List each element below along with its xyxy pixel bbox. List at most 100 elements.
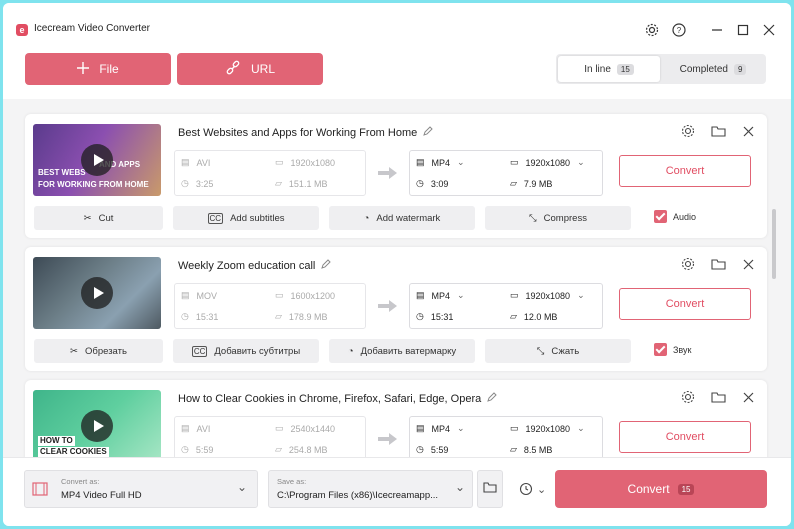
compress-button[interactable]: ⤡ Сжать xyxy=(485,339,631,363)
subtitles-icon: CC xyxy=(191,345,208,357)
output-format-value: MP4 xyxy=(431,290,451,301)
plus-icon xyxy=(77,61,90,77)
clock-icon: ◷ xyxy=(181,311,189,321)
source-size: ▱ 254.8 MB xyxy=(275,444,327,455)
maximize-icon[interactable] xyxy=(734,21,752,39)
settings-gear-icon[interactable] xyxy=(679,122,697,140)
remove-icon[interactable] xyxy=(739,255,757,273)
add-watermark-button[interactable]: ◔ Add watermark xyxy=(329,206,475,230)
compress-button[interactable]: ⤡ Compress xyxy=(485,206,631,230)
help-icon[interactable]: ? xyxy=(670,21,688,39)
output-duration-value: 3:09 xyxy=(430,178,449,189)
monitor-icon: ▭ xyxy=(275,157,284,167)
audio-toggle[interactable]: Звук xyxy=(654,343,691,356)
subtitles-icon: CC xyxy=(207,212,224,224)
edit-pencil-icon[interactable] xyxy=(423,126,433,139)
convert-all-label: Convert xyxy=(627,482,670,496)
output-properties: ▤ MP4 ⌄ ▭ 1920x1080 ⌄ ◷ 5:59 ▱ 8.5 MB xyxy=(409,416,603,457)
tab-completed[interactable]: Completed 9 xyxy=(662,56,764,82)
output-resolution-select[interactable]: ▭ 1920x1080 ⌄ xyxy=(510,423,585,434)
chevron-down-icon: ⌄ xyxy=(577,290,585,300)
convert-button[interactable]: Convert xyxy=(619,155,751,187)
monitor-icon: ▭ xyxy=(510,290,519,300)
app-title: Icecream Video Converter xyxy=(34,23,150,34)
remove-icon[interactable] xyxy=(739,122,757,140)
folder-icon: ▱ xyxy=(275,444,282,454)
folder-icon[interactable] xyxy=(709,122,727,140)
minimize-icon[interactable] xyxy=(708,21,726,39)
output-size: ▱ 7.9 MB xyxy=(510,178,552,189)
cut-button[interactable]: ✂ Обрезать xyxy=(34,339,163,363)
output-format-select[interactable]: ▤ MP4 ⌄ xyxy=(416,290,465,301)
film-icon: ▤ xyxy=(416,423,425,433)
source-size-value: 151.1 MB xyxy=(288,178,328,189)
source-resolution: ▭ 1920x1080 xyxy=(275,157,335,168)
video-thumbnail[interactable] xyxy=(33,257,161,329)
convert-button[interactable]: Convert xyxy=(619,421,751,453)
edit-pencil-icon[interactable] xyxy=(321,259,332,272)
play-icon[interactable] xyxy=(81,144,113,176)
audio-checkbox[interactable] xyxy=(654,343,667,356)
compress-label: Сжать xyxy=(551,345,580,357)
add-watermark-button[interactable]: ◔ Добавить ватермарку xyxy=(329,339,475,363)
source-resolution-value: 1920x1080 xyxy=(290,157,336,168)
video-thumbnail[interactable]: HOW TO CLEAR COOKIES xyxy=(33,390,161,457)
video-title-text: How to Clear Cookies in Chrome, Firefox,… xyxy=(178,392,482,405)
source-duration: ◷ 5:59 xyxy=(181,444,213,455)
output-size: ▱ 8.5 MB xyxy=(510,444,552,455)
source-duration-value: 3:25 xyxy=(195,178,214,189)
film-icon xyxy=(32,481,48,500)
video-title: Best Websites and Apps for Working From … xyxy=(178,126,433,139)
chevron-down-icon: ⌄ xyxy=(457,157,465,167)
add-subtitles-button[interactable]: CC Добавить субтитры xyxy=(173,339,319,363)
close-icon[interactable] xyxy=(760,21,778,39)
folder-icon: ▱ xyxy=(510,444,517,454)
video-title: Weekly Zoom education call xyxy=(178,259,332,272)
schedule-button[interactable]: ⌄ xyxy=(518,480,546,499)
chevron-down-icon: ⌄ xyxy=(537,484,547,496)
tab-in-line[interactable]: In line 15 xyxy=(558,56,660,82)
output-size-value: 7.9 MB xyxy=(523,178,553,189)
settings-gear-icon[interactable] xyxy=(643,21,661,39)
convert-all-button[interactable]: Convert 15 xyxy=(555,470,767,508)
settings-gear-icon[interactable] xyxy=(679,255,697,273)
remove-icon[interactable] xyxy=(739,388,757,406)
list-scrollbar[interactable] xyxy=(772,209,776,279)
source-properties: ▤ AVI ▭ 2540x1440 ◷ 5:59 ▱ 254.8 MB xyxy=(174,416,366,457)
output-resolution-select[interactable]: ▭ 1920x1080 ⌄ xyxy=(510,290,585,301)
cut-label: Cut xyxy=(98,212,114,224)
thumbnail-caption: HOW TO xyxy=(38,436,75,446)
convert-button[interactable]: Convert xyxy=(619,288,751,320)
source-format-value: AVI xyxy=(196,423,211,434)
browse-folder-button[interactable] xyxy=(477,470,503,508)
clock-icon: ◷ xyxy=(181,178,189,188)
add-subtitles-button[interactable]: CC Add subtitles xyxy=(173,206,319,230)
output-format-select[interactable]: ▤ MP4 ⌄ xyxy=(416,157,465,168)
output-resolution-value: 1920x1080 xyxy=(525,423,571,434)
cut-button[interactable]: ✂ Cut xyxy=(34,206,163,230)
source-format-value: AVI xyxy=(196,157,211,168)
play-icon[interactable] xyxy=(81,410,113,442)
folder-icon: ▱ xyxy=(275,311,282,321)
edit-pencil-icon[interactable] xyxy=(487,392,497,405)
source-resolution: ▭ 1600x1200 xyxy=(275,290,335,301)
video-thumbnail[interactable]: BEST WEBS AND APPS FOR WORKING FROM HOME xyxy=(33,124,161,196)
output-format-select[interactable]: ▤ MP4 ⌄ xyxy=(416,423,465,434)
convert-as-select[interactable]: Convert as: MP4 Video Full HD ⌄ xyxy=(24,470,258,508)
save-as-select[interactable]: Save as: C:\Program Files (x86)\Icecream… xyxy=(268,470,473,508)
film-icon: ▤ xyxy=(181,423,190,433)
audio-checkbox[interactable] xyxy=(654,210,667,223)
settings-gear-icon[interactable] xyxy=(679,388,697,406)
play-icon[interactable] xyxy=(81,277,113,309)
chevron-down-icon: ⌄ xyxy=(577,423,585,433)
thumbnail-caption: BEST WEBS xyxy=(38,168,86,177)
add-url-button[interactable]: URL xyxy=(177,53,323,85)
add-file-button[interactable]: File xyxy=(25,53,171,85)
output-resolution-select[interactable]: ▭ 1920x1080 ⌄ xyxy=(510,157,585,168)
audio-toggle[interactable]: Audio xyxy=(654,210,696,223)
folder-icon[interactable] xyxy=(709,388,727,406)
clock-icon: ◷ xyxy=(416,178,424,188)
source-format: ▤ MOV xyxy=(181,290,217,301)
source-resolution-value: 2540x1440 xyxy=(290,423,336,434)
folder-icon[interactable] xyxy=(709,255,727,273)
